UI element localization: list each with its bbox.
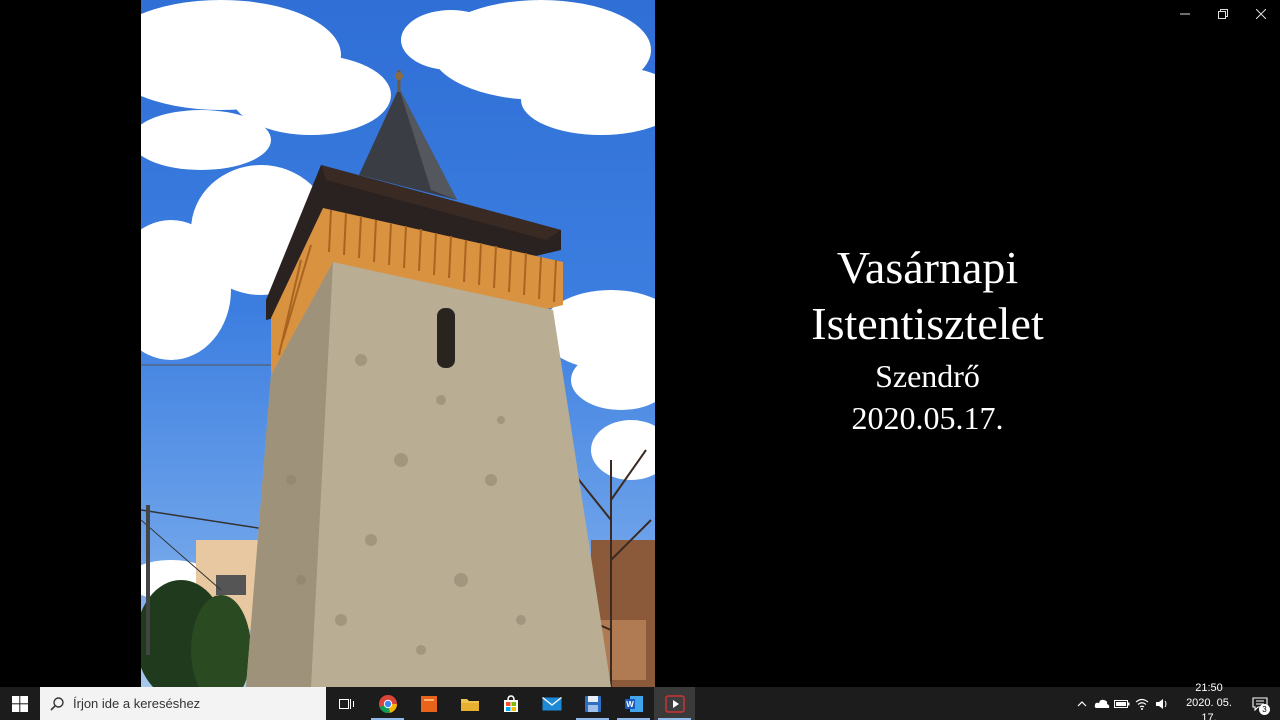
slide-title-block: Vasárnapi Istentisztelet Szendrő 2020.05… xyxy=(760,240,1095,438)
tower-photo xyxy=(141,0,655,687)
onedrive-cloud-icon[interactable] xyxy=(1092,687,1112,720)
minimize-icon[interactable] xyxy=(1166,0,1204,28)
slide-line-2: Istentisztelet xyxy=(811,298,1044,349)
video-player-icon[interactable] xyxy=(654,687,695,720)
restore-icon[interactable] xyxy=(1204,0,1242,28)
taskbar-clock[interactable]: 21:50 2020. 05. 17. xyxy=(1178,681,1240,720)
chevron-up-icon[interactable] xyxy=(1072,687,1092,720)
save-disk-icon[interactable] xyxy=(572,687,613,720)
clock-date: 2020. 05. 17. xyxy=(1186,697,1232,720)
chrome-icon[interactable] xyxy=(367,687,408,720)
close-icon[interactable] xyxy=(1242,0,1280,28)
system-tray: 21:50 2020. 05. 17. 3 xyxy=(1072,682,1280,720)
slide-line-4: 2020.05.17. xyxy=(851,400,1004,436)
mail-icon[interactable] xyxy=(531,687,572,720)
windows-start-icon[interactable] xyxy=(0,687,40,720)
search-input[interactable]: Írjon ide a kereséshez xyxy=(40,687,326,720)
file-explorer-icon[interactable] xyxy=(449,687,490,720)
slide-line-3: Szendrő xyxy=(875,358,980,394)
notification-badge: 3 xyxy=(1259,704,1270,715)
store-icon[interactable] xyxy=(490,687,531,720)
wifi-icon[interactable] xyxy=(1132,687,1152,720)
clock-time: 21:50 xyxy=(1195,682,1223,694)
notification-center-icon[interactable]: 3 xyxy=(1240,687,1280,720)
svg-text:W: W xyxy=(626,700,634,709)
orange-app-icon[interactable] xyxy=(408,687,449,720)
battery-icon[interactable] xyxy=(1112,687,1132,720)
speaker-icon[interactable] xyxy=(1152,687,1172,720)
search-placeholder: Írjon ide a kereséshez xyxy=(73,696,201,711)
search-icon xyxy=(50,696,64,711)
screen: Vasárnapi Istentisztelet Szendrő 2020.05… xyxy=(0,0,1280,720)
word-icon[interactable]: W xyxy=(613,687,654,720)
task-view-icon[interactable] xyxy=(326,687,367,720)
taskbar: Írjon ide a kereséshez W 21:50 2020. 05.… xyxy=(0,682,1280,720)
window-controls xyxy=(1166,0,1280,28)
slide-line-1: Vasárnapi xyxy=(836,242,1019,293)
